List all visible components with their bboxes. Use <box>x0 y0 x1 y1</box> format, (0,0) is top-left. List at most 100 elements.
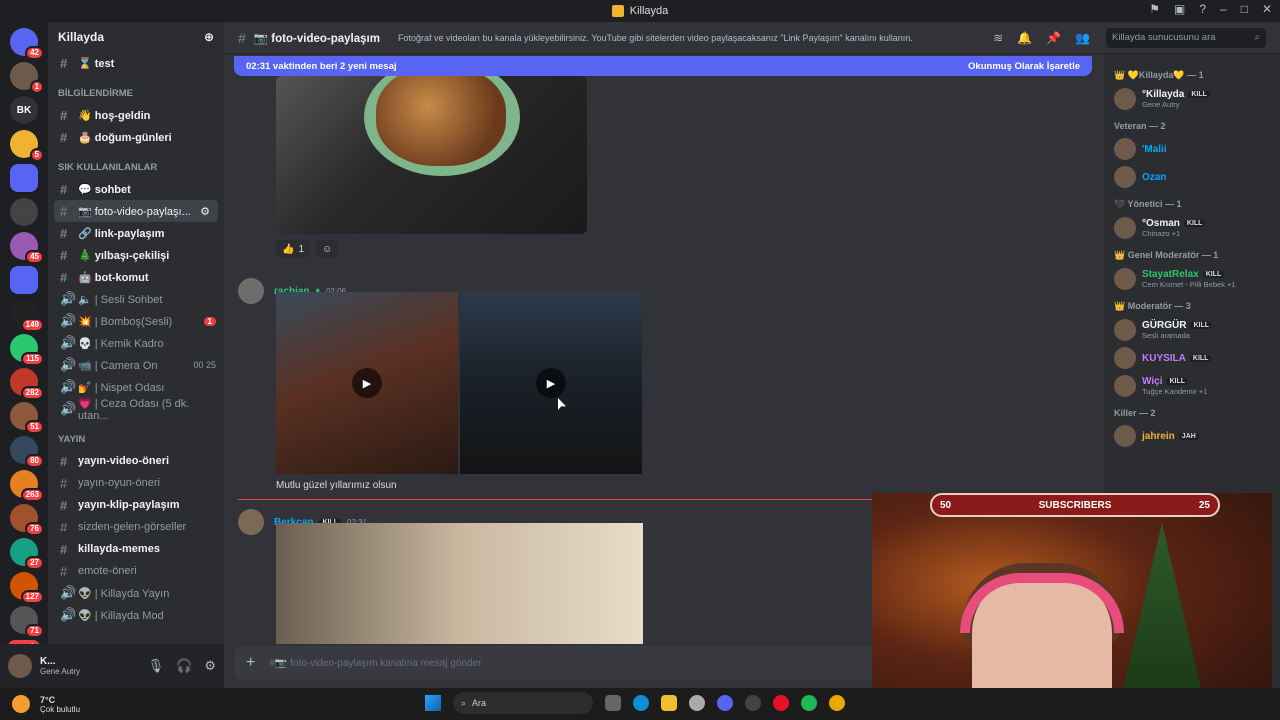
channel-category[interactable]: SIK KULLANILANLAR <box>48 156 224 178</box>
voice-channel[interactable]: 🔊 👽 | Killayda Yayın <box>48 582 224 604</box>
spotify-icon[interactable] <box>801 695 817 711</box>
threads-icon[interactable]: ≋ <box>993 31 1003 45</box>
play-icon[interactable]: ▶ <box>352 368 382 398</box>
add-member-icon[interactable]: ⊕ <box>204 30 214 44</box>
text-channel[interactable]: # yayın-klip-paylaşım <box>48 494 224 516</box>
obs-icon[interactable] <box>745 695 761 711</box>
member-item[interactable]: °Osman KILL Chinazo +1 <box>1104 214 1280 242</box>
folder-icon[interactable] <box>10 266 38 294</box>
text-channel[interactable]: # ⌛ test <box>48 52 224 74</box>
server-icon[interactable]: 45 <box>10 232 44 264</box>
server-icon-bk[interactable]: BK <box>10 96 38 124</box>
members-icon[interactable]: 👥 <box>1075 31 1090 45</box>
server-icon[interactable]: 80 <box>10 436 44 468</box>
server-icon[interactable]: 51 <box>10 402 44 434</box>
server-icon[interactable]: 27 <box>10 538 44 570</box>
text-channel[interactable]: # emote-öneri <box>48 560 224 582</box>
minimize-icon[interactable]: – <box>1220 2 1227 16</box>
taskbar-search[interactable]: ⌕ Ara <box>453 692 593 714</box>
opera-icon[interactable] <box>773 695 789 711</box>
file-explorer-icon[interactable] <box>661 695 677 711</box>
member-item[interactable]: StayatRelax KILL Cem Kısmet - Pilli Bebek … <box>1104 265 1280 293</box>
video-attachment[interactable]: ▶ <box>276 292 458 474</box>
text-channel[interactable]: # 👋 hoş-geldin <box>48 104 224 126</box>
channel-topic[interactable]: Fotoğraf ve videoları bu kanala yükleyeb… <box>398 33 938 43</box>
windows-start-icon[interactable] <box>425 695 441 711</box>
avatar[interactable] <box>238 509 264 535</box>
server-icon[interactable]: 149 <box>10 300 44 332</box>
server-icon[interactable]: 127 <box>10 572 44 604</box>
voice-channel[interactable]: 🔊 💀 | Kemik Kadro <box>48 332 224 354</box>
server-icon[interactable]: 263 <box>10 470 44 502</box>
headphones-icon[interactable]: 🎧 <box>176 658 192 674</box>
member-group-title: 👑 💛Killayda💛 — 1 <box>1114 70 1204 80</box>
channel-category[interactable]: BİLGİLENDİRME <box>48 82 224 104</box>
voice-channel[interactable]: 🔊 💗 | Ceza Odası (5 dk. utan... <box>48 398 224 422</box>
reaction-thumbs-up[interactable]: 👍 1 <box>276 240 311 258</box>
text-channel[interactable]: # sizden-gelen-görseller <box>48 516 224 538</box>
voice-channel[interactable]: 🔊 🔈 | Sesli Sohbet <box>48 288 224 310</box>
server-icon[interactable] <box>10 198 38 226</box>
close-icon[interactable]: ✕ <box>1262 2 1272 16</box>
task-view-icon[interactable] <box>605 695 621 711</box>
edge-icon[interactable] <box>633 695 649 711</box>
new-messages-bar[interactable]: 02:31 vaktinden beri 2 yeni mesaj Okunmu… <box>234 56 1092 76</box>
member-item[interactable]: jahrein JAH <box>1104 422 1280 450</box>
voice-channel[interactable]: 🔊 👽 | Killayda Mod <box>48 604 224 626</box>
voice-channel[interactable]: 🔊 📹 | Camera On 00 25 <box>48 354 224 376</box>
video-attachment[interactable] <box>276 523 643 644</box>
message-image-cookies[interactable] <box>276 76 587 234</box>
settings-gear-icon[interactable]: ⚙ <box>204 658 216 674</box>
voice-channel[interactable]: 🔊 💥 | Bomboş(Sesli) 1 <box>48 310 224 332</box>
flag-icon[interactable]: ⚑ <box>1149 2 1160 16</box>
upload-plus-icon[interactable]: + <box>246 654 255 672</box>
text-channel[interactable]: # 🎄 yılbaşı-çekilişi <box>48 244 224 266</box>
server-icon[interactable]: 42 <box>10 28 44 60</box>
server-icon[interactable]: 115 <box>10 334 44 366</box>
text-channel[interactable]: # 💬 sohbet <box>48 178 224 200</box>
maximize-icon[interactable]: □ <box>1241 2 1248 16</box>
avatar[interactable] <box>238 278 264 304</box>
discord-icon[interactable] <box>717 695 733 711</box>
play-icon[interactable]: ▶ <box>536 368 566 398</box>
weather-widget[interactable]: 7°C Çok bulutlu <box>40 695 80 714</box>
microphone-icon[interactable]: 🎙 <box>148 658 165 674</box>
mark-as-read-button[interactable]: Okunmuş Olarak İşaretle <box>968 61 1080 72</box>
screen-icon[interactable]: ▣ <box>1174 2 1185 16</box>
search-input[interactable]: Killayda sunucusunu ara ⌕ <box>1106 27 1266 48</box>
text-channel[interactable]: # 🤖 bot-komut <box>48 266 224 288</box>
server-icon[interactable]: 71 <box>10 606 44 638</box>
member-item[interactable]: 'Malii <box>1104 135 1280 163</box>
steam-icon[interactable] <box>689 695 705 711</box>
server-icon[interactable]: 282 <box>10 368 44 400</box>
message-input[interactable]: #📷 foto-video-paylaşım kanalına mesaj gö… <box>269 658 481 669</box>
channel-category[interactable]: YAYIN <box>48 428 224 450</box>
text-channel[interactable]: # yayın-video-öneri <box>48 450 224 472</box>
member-item[interactable]: KUYSILA KILL <box>1104 344 1280 372</box>
channel-settings-icon[interactable]: ⚙ <box>200 205 210 218</box>
text-channel[interactable]: # yayın-oyun-öneri <box>48 472 224 494</box>
member-item[interactable]: GÜRGÜR KILL Sesli aramada <box>1104 316 1280 344</box>
chrome-icon[interactable] <box>829 695 845 711</box>
add-reaction-icon[interactable]: ☺ <box>316 240 339 258</box>
folder-icon[interactable] <box>10 164 38 192</box>
video-attachment[interactable]: ▶ <box>460 292 642 474</box>
text-channel[interactable]: # 📷 foto-video-paylaşı... ⚙ <box>54 200 218 222</box>
voice-channel[interactable]: 🔊 💅 | Nispet Odası <box>48 376 224 398</box>
text-channel[interactable]: # killayda-memes <box>48 538 224 560</box>
server-icon-killayda[interactable]: 5 <box>10 130 44 162</box>
server-icon[interactable]: 1 <box>10 62 44 94</box>
member-item[interactable]: Wiçi KILL Tuğçe Kandemir +1 <box>1104 372 1280 400</box>
member-item[interactable]: Ozan <box>1104 163 1280 191</box>
member-name: KUYSILA <box>1142 352 1186 364</box>
server-icon[interactable]: 76 <box>10 504 44 536</box>
avatar <box>1114 375 1136 397</box>
member-item[interactable]: °Killayda KILL Gene Autry <box>1104 85 1280 113</box>
pin-icon[interactable]: 📌 <box>1046 31 1061 45</box>
avatar[interactable] <box>8 654 32 678</box>
text-channel[interactable]: # 🎂 doğum-günleri <box>48 126 224 148</box>
server-header[interactable]: Killayda ⊕ <box>48 22 224 52</box>
text-channel[interactable]: # 🔗 link-paylaşım <box>48 222 224 244</box>
bell-icon[interactable]: 🔔 <box>1017 31 1032 45</box>
help-icon[interactable]: ? <box>1199 2 1206 16</box>
